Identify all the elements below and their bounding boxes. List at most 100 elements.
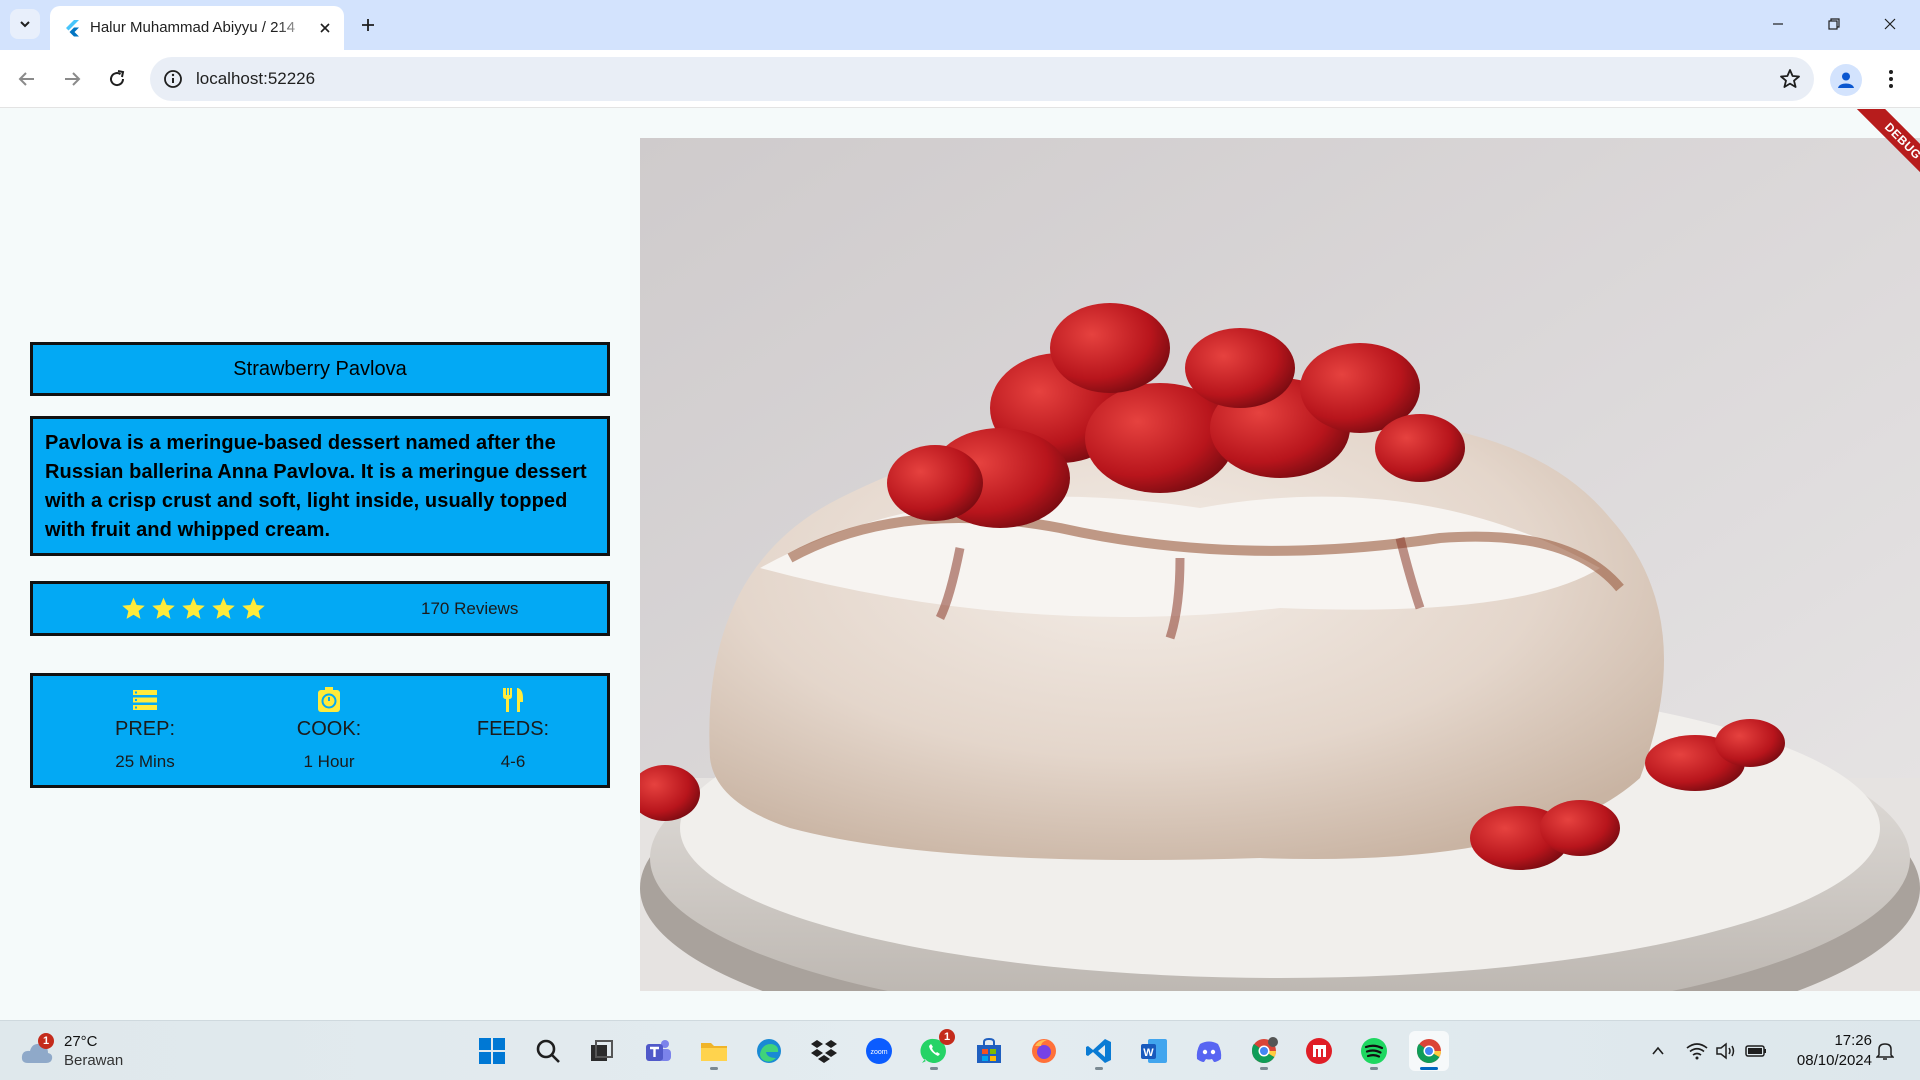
chrome-icon bbox=[1417, 1039, 1441, 1064]
cook-label: COOK: bbox=[296, 718, 362, 740]
weather-condition: Berawan bbox=[64, 1052, 124, 1069]
recipe-info-card: PREP: 25 Mins COOK: 1 Hour FEEDS: 4-6 bbox=[30, 673, 610, 788]
discord-app[interactable] bbox=[1189, 1031, 1229, 1071]
clock-time: 17:26 bbox=[1834, 1032, 1872, 1049]
system-clock[interactable]: 17:26 08/10/2024 bbox=[1776, 1031, 1872, 1071]
task-view-icon bbox=[591, 1040, 613, 1061]
start-button[interactable] bbox=[472, 1031, 512, 1071]
feeds-info: FEEDS: 4-6 bbox=[421, 686, 605, 772]
reload-button[interactable] bbox=[99, 61, 135, 97]
show-hidden-icons-button[interactable] bbox=[1646, 1039, 1670, 1063]
chrome-profile-app[interactable] bbox=[1244, 1031, 1284, 1071]
address-bar[interactable]: localhost:52226 bbox=[150, 57, 1814, 101]
spotify-app[interactable] bbox=[1354, 1031, 1394, 1071]
search-button[interactable] bbox=[528, 1031, 568, 1071]
storage-icon bbox=[133, 690, 157, 710]
restore-button[interactable] bbox=[1806, 0, 1862, 48]
wifi-button[interactable] bbox=[1685, 1039, 1709, 1063]
star-rating bbox=[121, 596, 266, 621]
windows-taskbar: 1 27°C Berawan zoom 1 W 17:26 08/10/2024 bbox=[0, 1020, 1920, 1080]
restaurant-icon bbox=[503, 688, 523, 712]
pavlova-photo bbox=[640, 138, 1920, 991]
browser-toolbar: localhost:52226 bbox=[0, 50, 1920, 108]
edge-icon bbox=[757, 1039, 781, 1063]
tab-close-button[interactable] bbox=[314, 17, 336, 39]
close-icon bbox=[320, 23, 330, 33]
whatsapp-app[interactable]: 1 bbox=[914, 1029, 955, 1071]
cook-info: COOK: 1 Hour bbox=[237, 686, 421, 772]
url-text[interactable]: localhost:52226 bbox=[196, 69, 315, 89]
browser-menu-button[interactable] bbox=[1876, 64, 1906, 94]
plus-icon bbox=[362, 19, 374, 31]
star-icon bbox=[182, 597, 205, 619]
running-indicator bbox=[1260, 1067, 1268, 1070]
tab-search-button[interactable] bbox=[10, 9, 40, 39]
vscode-app[interactable] bbox=[1079, 1031, 1119, 1071]
folder-icon bbox=[701, 1043, 727, 1061]
review-count: 170 Reviews bbox=[421, 599, 519, 618]
word-app[interactable]: W bbox=[1134, 1031, 1174, 1071]
firefox-icon bbox=[1032, 1039, 1056, 1063]
prep-info: PREP: 25 Mins bbox=[53, 686, 237, 772]
forward-button[interactable] bbox=[54, 61, 90, 97]
info-icon[interactable] bbox=[162, 68, 184, 90]
chrome-icon bbox=[1252, 1037, 1278, 1064]
bookmark-star-icon[interactable] bbox=[1778, 67, 1802, 91]
timer-icon bbox=[318, 687, 340, 712]
firefox-app[interactable] bbox=[1024, 1031, 1064, 1071]
task-view-button[interactable] bbox=[582, 1031, 622, 1071]
close-window-button[interactable] bbox=[1862, 0, 1918, 48]
red-app[interactable] bbox=[1299, 1031, 1339, 1071]
svg-text:W: W bbox=[1143, 1047, 1154, 1059]
flutter-app: Strawberry Pavlova Pavlova is a meringue… bbox=[0, 109, 1920, 1020]
running-indicator bbox=[1370, 1067, 1378, 1070]
star-icon bbox=[212, 597, 235, 619]
discord-icon bbox=[1196, 1041, 1222, 1062]
flutter-icon bbox=[66, 20, 79, 37]
battery-icon bbox=[1745, 1045, 1766, 1057]
battery-button[interactable] bbox=[1744, 1039, 1768, 1063]
running-indicator bbox=[930, 1067, 938, 1070]
weather-widget[interactable]: 1 27°C Berawan bbox=[20, 1029, 150, 1073]
teams-app[interactable] bbox=[638, 1031, 678, 1071]
cook-value: 1 Hour bbox=[303, 752, 355, 771]
store-icon bbox=[977, 1037, 1001, 1063]
star-icon bbox=[242, 597, 265, 619]
dropbox-icon bbox=[811, 1040, 837, 1063]
new-tab-button[interactable] bbox=[354, 11, 382, 39]
prep-value: 25 Mins bbox=[115, 752, 175, 771]
feeds-label: FEEDS: bbox=[476, 718, 550, 740]
chrome-app[interactable] bbox=[1409, 1031, 1449, 1071]
svg-text:zoom: zoom bbox=[870, 1049, 887, 1056]
close-icon bbox=[1884, 18, 1896, 30]
arrow-left-icon bbox=[18, 72, 34, 86]
browser-tab[interactable]: Halur Muhammad Abiyyu / 214 bbox=[50, 6, 344, 50]
recipe-title: Strawberry Pavlova bbox=[233, 357, 407, 380]
dropbox-app[interactable] bbox=[804, 1031, 844, 1071]
arrow-right-icon bbox=[65, 72, 81, 86]
back-button[interactable] bbox=[9, 61, 45, 97]
weather-temp: 27°C bbox=[64, 1033, 98, 1050]
minimize-button[interactable] bbox=[1750, 0, 1806, 48]
volume-button[interactable] bbox=[1714, 1039, 1738, 1063]
file-explorer-app[interactable] bbox=[694, 1031, 734, 1071]
reload-icon bbox=[110, 70, 125, 87]
tab-title: Halur Muhammad Abiyyu / 214 bbox=[90, 19, 296, 36]
profile-avatar[interactable] bbox=[1830, 64, 1862, 96]
recipe-description-card: Pavlova is a meringue-based dessert name… bbox=[30, 416, 610, 556]
volume-icon bbox=[1716, 1042, 1735, 1060]
clock-date: 08/10/2024 bbox=[1796, 1052, 1872, 1069]
word-icon: W bbox=[1141, 1039, 1167, 1063]
windows-icon bbox=[479, 1038, 505, 1064]
star-icon bbox=[122, 597, 145, 619]
notifications-button[interactable] bbox=[1873, 1039, 1897, 1063]
edge-app[interactable] bbox=[749, 1031, 789, 1071]
weather-badge: 1 bbox=[38, 1033, 54, 1049]
microsoft-store-app[interactable] bbox=[969, 1031, 1009, 1071]
zoom-app[interactable]: zoom bbox=[859, 1031, 899, 1071]
minimize-icon bbox=[1773, 23, 1783, 25]
prep-label: PREP: bbox=[114, 718, 176, 740]
rating-card: 170 Reviews bbox=[30, 581, 610, 636]
running-indicator bbox=[710, 1067, 718, 1070]
recipe-title-card: Strawberry Pavlova bbox=[30, 342, 610, 396]
